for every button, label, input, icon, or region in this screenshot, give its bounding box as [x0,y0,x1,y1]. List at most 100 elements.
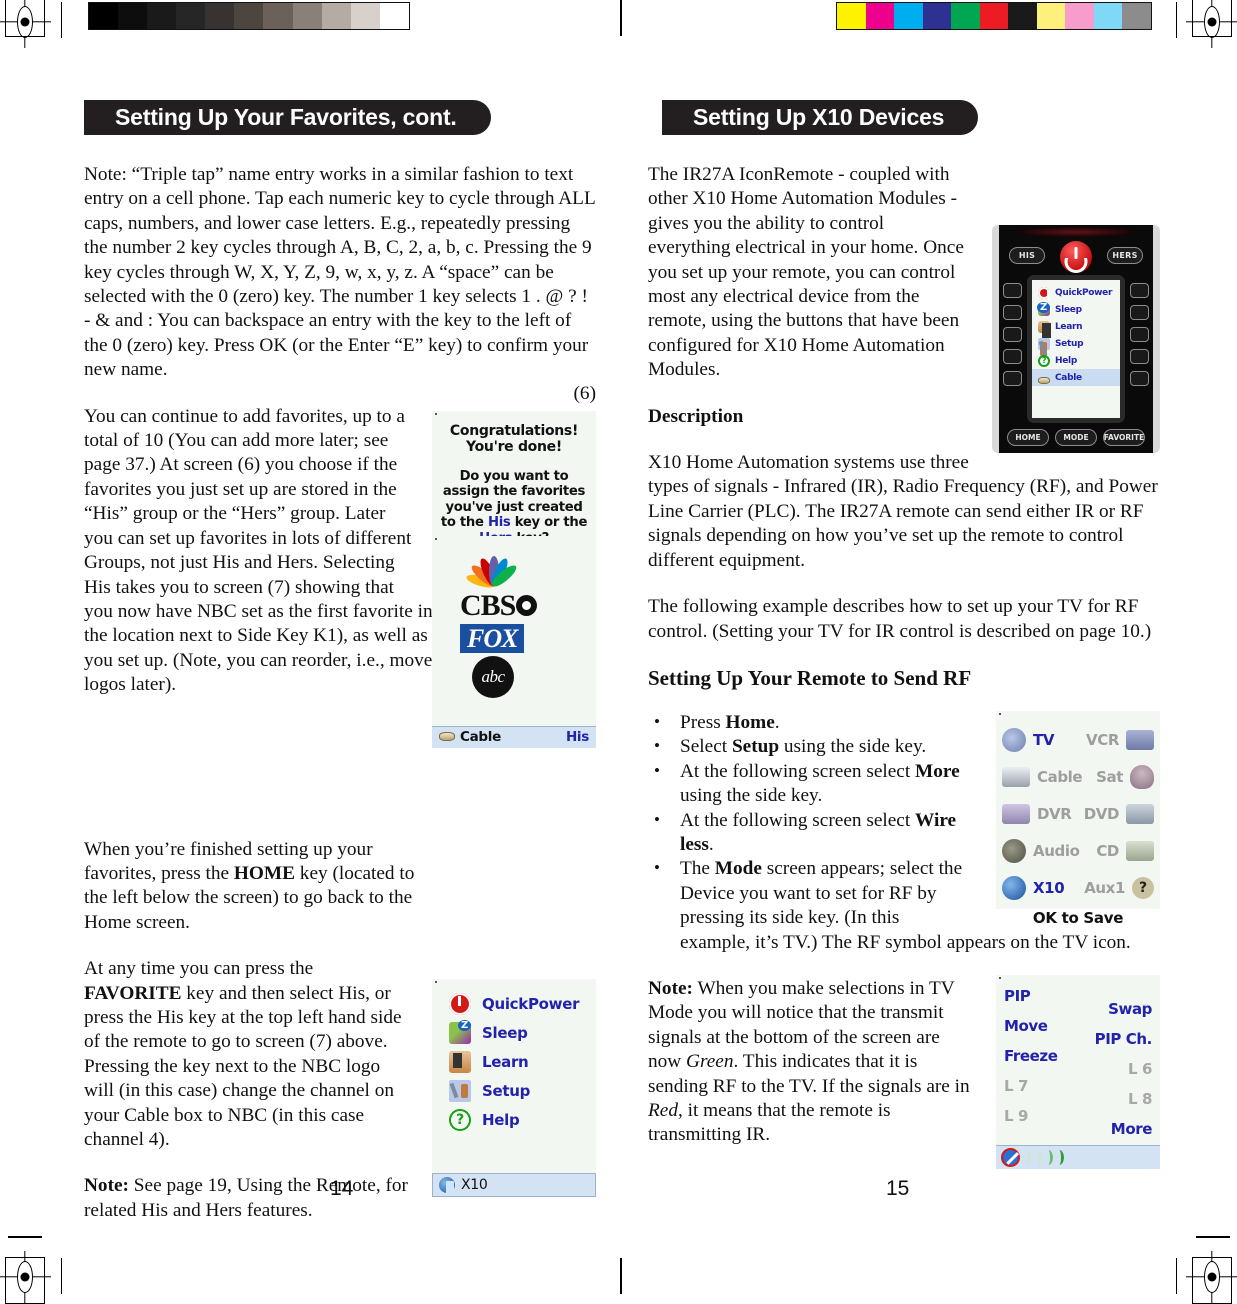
side-key-k6[interactable] [1130,283,1149,298]
side-key-k7[interactable] [1130,305,1149,320]
note-text: See page 19, Using the Remote, for relat… [84,1175,408,1221]
question-part-2: key or the [510,515,588,531]
menu-item-learn[interactable]: Learn [432,1047,596,1076]
learn-icon [449,1050,471,1073]
left-page-column: Setting Up Your Favorites, cont. Note: “… [84,100,596,1245]
fox-logo[interactable]: FOX [460,623,525,653]
remote-menu-item-setup[interactable]: Setup [1032,335,1120,356]
signal-wave-1-icon [1023,1149,1031,1165]
bullet-1-post: . [774,711,780,733]
pip-label-more[interactable]: More [1111,1120,1153,1138]
status-cable-label: Cable [460,729,501,746]
note-label-bold: Note: [84,1175,129,1197]
help-icon: ? [1038,354,1050,367]
remote-control-photo: HIS HERS QuickPower Z Sleep Learn Setup … [992,225,1160,453]
side-key-k2[interactable] [1003,305,1022,320]
menu-item-setup[interactable]: Setup [432,1076,596,1105]
cbs-logo[interactable]: CBS [460,590,538,621]
remote-menu-label-quickpower: QuickPower [1055,287,1113,298]
pip-row: PIP Swap [1004,987,1152,1018]
menu-item-quickpower[interactable]: QuickPower [432,989,596,1018]
pip-row: L 7 L 8 [1004,1077,1152,1108]
side-key-k3[interactable] [1003,327,1022,342]
screen7-status-bar: Cable His [432,725,596,748]
cbs-eye-icon [516,595,538,617]
pip-label-swap[interactable]: Swap [1108,1000,1152,1018]
no-signal-icon [1001,1147,1020,1167]
power-icon [1038,286,1050,300]
side-key-k1[interactable] [1003,283,1022,298]
pip-row: Freeze L 6 [1004,1047,1152,1078]
pip-row: Move PIP Ch. [1004,1017,1153,1048]
paragraph-favorite-key: At any time you can press the FAVORITE k… [84,957,424,1152]
menu-item-sleep[interactable]: Sleep [432,1018,596,1047]
side-key-k4[interactable] [1003,349,1022,364]
pip-label-l7[interactable]: L 7 [1004,1077,1028,1095]
remote-right-side-keys[interactable] [1130,283,1149,386]
screen-corner-dot [435,412,437,415]
question-his: His [487,515,511,531]
note-rf-green: Green [686,1051,734,1073]
paragraph-home-key: When you’re finished setting up your fav… [84,838,420,936]
figure-screen-7-wrap: (7) CBS FOX abc C [432,506,596,748]
section-banner-x10-devices: Setting Up X10 Devices [662,100,979,135]
remote-menu-item-quickpower[interactable]: QuickPower [1032,284,1120,301]
page-number-right: 15 [886,1177,910,1200]
remote-lcd-menu: QuickPower Sleep Learn Setup [1032,280,1120,418]
remote-menu-item-sleep[interactable]: Sleep [1032,301,1120,318]
side-key-k8[interactable] [1130,327,1149,342]
remote-menu-label-help: Help [1055,355,1077,366]
paragraph-note-see-page-19: Note: See page 19, Using the Remote, for… [84,1174,424,1223]
side-key-k10[interactable] [1130,371,1149,386]
remote-favorite-button[interactable]: FAVORITE [1103,429,1145,446]
note-rf-red: Red [648,1100,678,1121]
menu-item-help[interactable]: ? Help [432,1105,596,1134]
page-number-left: 14 [330,1177,354,1200]
remote-his-button[interactable]: HIS [1009,247,1045,264]
nbc-logo[interactable] [460,546,522,590]
remote-mode-button[interactable]: MODE [1055,429,1097,446]
paragraph-note-transmit-signals: Note: When you make selections in TV Mod… [648,977,986,1148]
remote-menu-item-cable[interactable]: Cable [1032,369,1120,386]
remote-menu-item-help[interactable]: ? Help [1032,352,1120,369]
bullet-5-bold: Mode [714,858,762,880]
remote-power-button[interactable] [1060,241,1092,273]
remote-menu-label-cable: Cable [1055,372,1082,383]
cable-icon [1038,376,1050,384]
paragraph-rf-example: The following example describes how to s… [648,596,1152,642]
fav-text-1: At any time you can press the [84,958,314,980]
menu-label-x10: X10 [461,1177,488,1194]
bullet-mode-screen: The Mode screen appears; select the Devi… [648,856,1160,955]
bullet-3-pre: At the following screen select [680,760,916,782]
pip-label-move[interactable]: Move [1004,1017,1048,1035]
menu-label-quickpower: QuickPower [482,994,580,1013]
bullet-1-pre: Press [680,711,726,733]
side-key-k9[interactable] [1130,349,1149,364]
fav-text-2: key and then select His, or press the Hi… [84,982,402,1150]
bullet-press-home: Press Home. [648,710,1160,735]
menu-label-sleep: Sleep [482,1023,528,1042]
right-banner-wrap: Setting Up X10 Devices [662,100,1160,163]
remote-left-side-keys[interactable] [1003,283,1022,386]
side-key-k5[interactable] [1003,371,1022,386]
section-banner-favorites: Setting Up Your Favorites, cont. [84,100,491,135]
pip-label-pip[interactable]: PIP [1004,987,1031,1005]
remote-menu-item-learn[interactable]: Learn [1032,318,1120,338]
paragraph-triple-tap-note: Note: “Triple tap” name entry works in a… [84,164,596,381]
note-rf-text-3: , it means that the remote is transmitti… [648,1100,891,1146]
signal-wave-3-icon [1045,1149,1053,1165]
abc-logo[interactable]: abc [472,655,514,698]
menu-label-setup: Setup [482,1081,531,1100]
status-his-label: His [565,729,589,746]
remote-hers-button[interactable]: HERS [1107,247,1143,264]
menu-item-x10[interactable]: X10 [432,1173,596,1198]
screen-corner-dot [435,981,437,984]
right-page-column: Setting Up X10 Devices HIS HERS QuickPow… [648,100,1160,1170]
pip-label-pip-ch[interactable]: PIP Ch. [1095,1030,1153,1048]
pip-label-l9[interactable]: L 9 [1004,1107,1028,1125]
pip-label-l8[interactable]: L 8 [1128,1090,1152,1108]
paragraph-x10-description: X10 Home Automation systems use three ty… [648,452,1158,571]
pip-label-freeze[interactable]: Freeze [1004,1047,1058,1065]
pip-label-l6[interactable]: L 6 [1128,1060,1152,1078]
remote-home-button[interactable]: HOME [1007,429,1049,446]
